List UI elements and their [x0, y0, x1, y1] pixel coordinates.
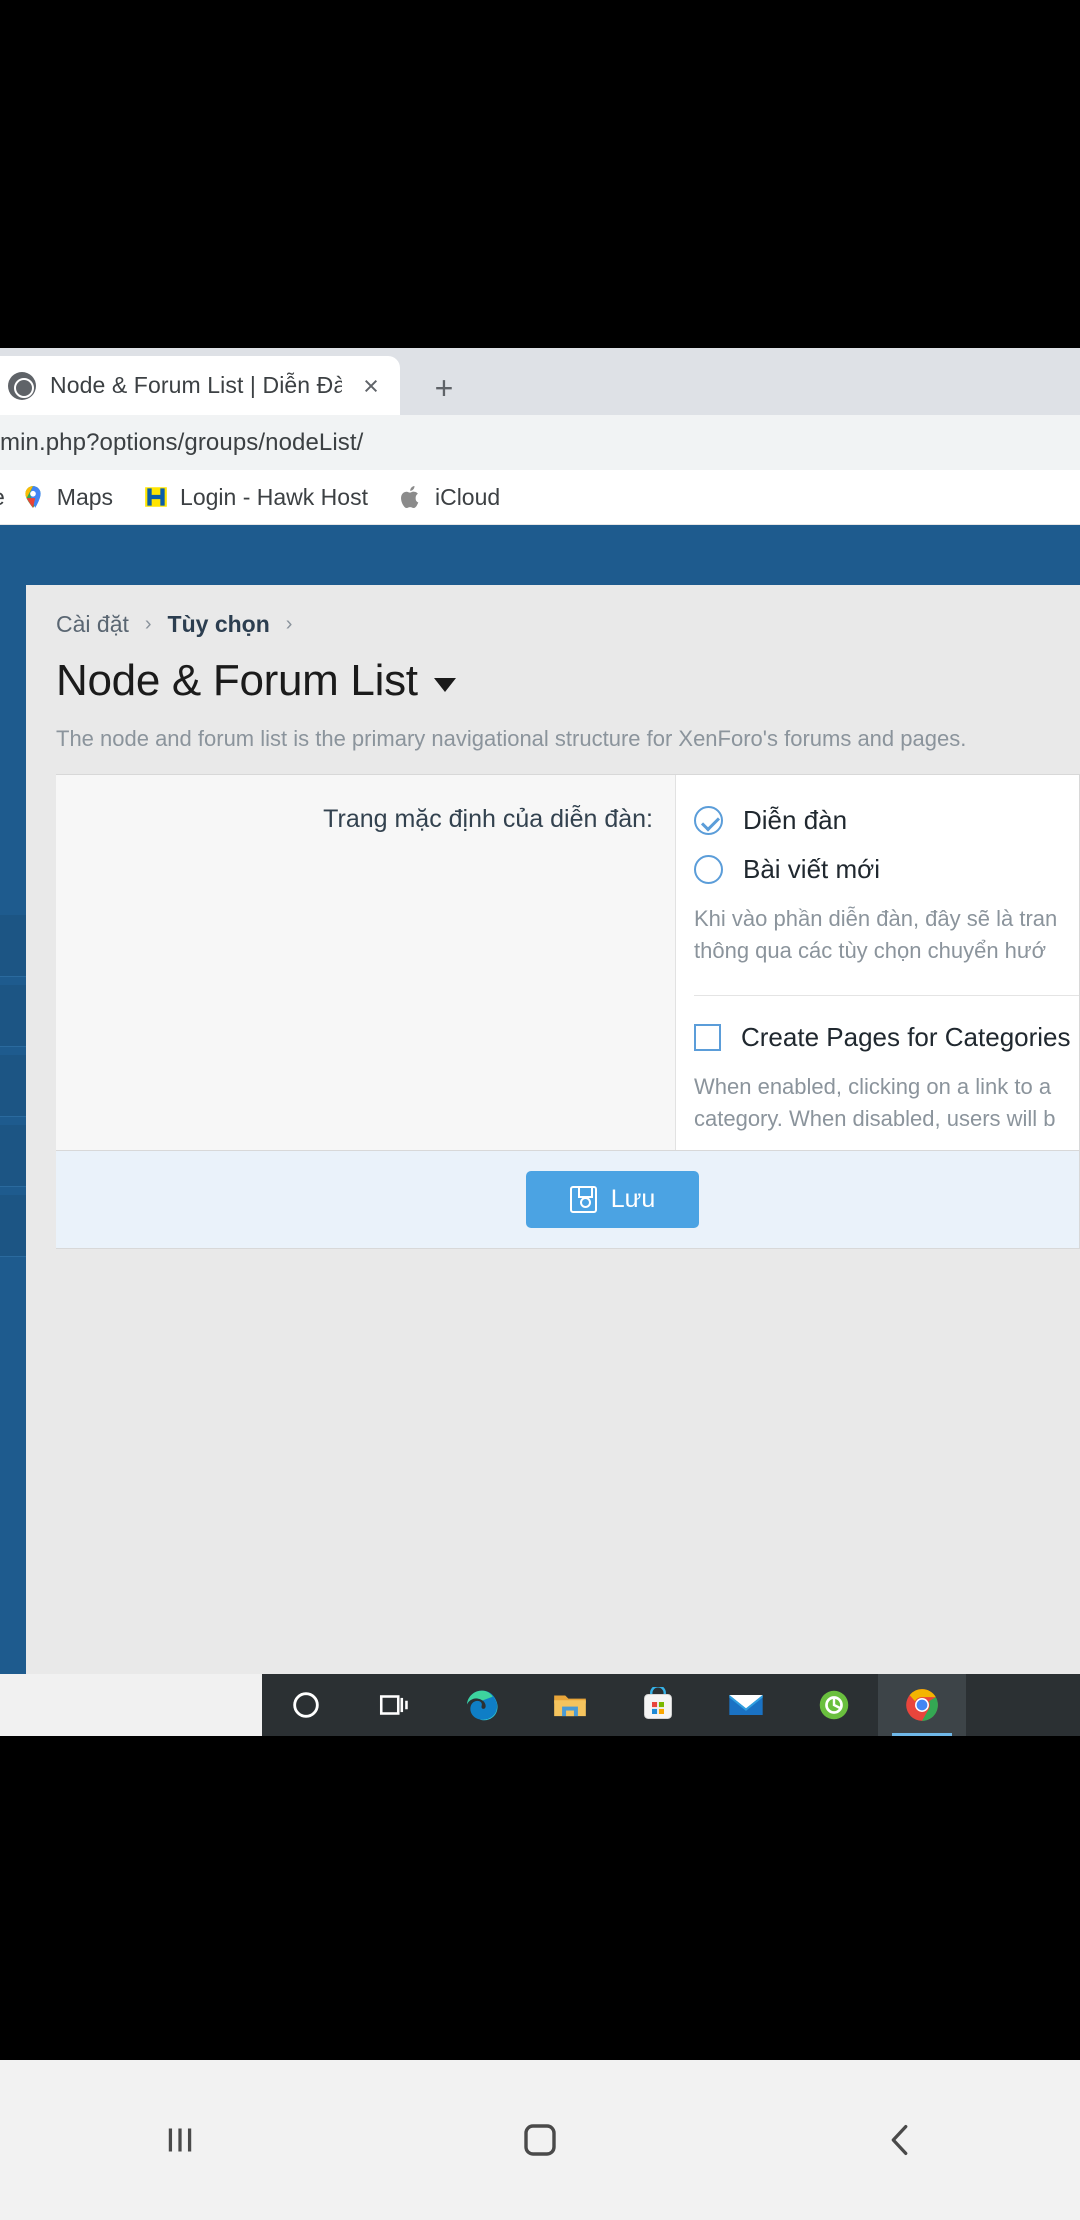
- back-button[interactable]: [810, 2060, 990, 2220]
- windows-taskbar: [0, 1674, 1080, 1736]
- breadcrumb: Cài đặt › Tùy chọn ›: [42, 611, 1080, 638]
- android-navigation-bar: [0, 2060, 1080, 2220]
- form-label-cell: Trang mặc định của diễn đàn:: [56, 775, 676, 1150]
- submit-row: Lưu: [56, 1151, 1080, 1249]
- letterbox-bottom: [0, 1736, 1080, 2060]
- home-square-icon[interactable]: [450, 2060, 630, 2220]
- xenforo-content: Cài đặt › Tùy chọn › Node & Forum List T…: [26, 585, 1080, 1736]
- save-button[interactable]: Lưu: [525, 1171, 700, 1228]
- hawkhost-h-icon: [143, 484, 169, 510]
- sidebar-item[interactable]: [0, 985, 26, 1047]
- phone-screen: Node & Forum List | Diễn Đàn Hà × + min.…: [0, 0, 1080, 2220]
- radio-option-forum[interactable]: Diễn đàn: [694, 805, 1079, 836]
- checkbox-hint: When enabled, clicking on a link to a ca…: [694, 1071, 1079, 1135]
- checkbox-label: Create Pages for Categories: [741, 1021, 1071, 1052]
- microsoft-store-icon[interactable]: [614, 1674, 702, 1736]
- bookmark-item-icloud[interactable]: iCloud: [383, 484, 515, 511]
- radio-hint-line-2: thông qua các tùy chọn chuyển hướ: [694, 937, 1047, 963]
- radio-option-new-posts[interactable]: Bài viết mới: [694, 854, 1079, 885]
- close-icon[interactable]: ×: [356, 371, 386, 401]
- page-description: The node and forum list is the primary n…: [56, 726, 967, 751]
- floppy-disk-icon: [569, 1186, 597, 1213]
- breadcrumb-item-options[interactable]: Tùy chọn: [168, 611, 270, 638]
- chevron-right-icon: ›: [144, 613, 152, 635]
- page-title-text: Node & Forum List: [56, 656, 418, 705]
- radio-unchecked-icon[interactable]: [694, 855, 723, 884]
- sidebar-item[interactable]: [0, 915, 26, 977]
- checkbox-create-pages-for-categories[interactable]: Create Pages for Categories: [694, 1022, 1079, 1053]
- checkbox-unchecked-icon[interactable]: [694, 1023, 721, 1051]
- microsoft-edge-icon[interactable]: [438, 1674, 526, 1736]
- task-view-icon[interactable]: [350, 1674, 438, 1736]
- xenforo-sidebar: [0, 585, 26, 1736]
- radio-label: Bài viết mới: [743, 854, 880, 884]
- address-bar-value: min.php?options/groups/nodeList/: [0, 428, 364, 456]
- address-bar[interactable]: min.php?options/groups/nodeList/: [0, 415, 1080, 470]
- chrome-icon[interactable]: [878, 1674, 966, 1736]
- cortana-icon[interactable]: [262, 1674, 350, 1736]
- xenforo-admin-body: Cài đặt › Tùy chọn › Node & Forum List T…: [0, 585, 1080, 1736]
- windows-desktop-mirror: Node & Forum List | Diễn Đàn Hà × + min.…: [0, 348, 1080, 1736]
- radio-hint: Khi vào phần diễn đàn, đây sẽ là tran th…: [694, 903, 1079, 967]
- radio-label: Diễn đàn: [743, 805, 848, 835]
- new-tab-button[interactable]: +: [420, 366, 468, 410]
- google-maps-icon: [20, 484, 46, 510]
- mail-icon[interactable]: [702, 1674, 790, 1736]
- recents-button[interactable]: [90, 2060, 270, 2220]
- xenforo-header-band: [0, 525, 1080, 585]
- green-app-icon[interactable]: [790, 1674, 878, 1736]
- checkbox-hint-line-2: category. When disabled, users will b: [694, 1105, 1056, 1131]
- breadcrumb-item-settings[interactable]: Cài đặt: [56, 611, 129, 638]
- bookmark-label: iCloud: [434, 483, 501, 510]
- form-divider: [694, 994, 1079, 996]
- browser-tab[interactable]: Node & Forum List | Diễn Đàn Hà ×: [0, 356, 400, 415]
- taskbar-left-panel: [0, 1674, 262, 1736]
- chevron-down-icon[interactable]: [433, 678, 456, 692]
- bookmarks-bar: e Maps: [0, 470, 1080, 525]
- file-explorer-icon[interactable]: [526, 1674, 614, 1736]
- bookmark-item-hawkhost[interactable]: Login - Hawk Host: [128, 484, 383, 511]
- browser-tab-title: Node & Forum List | Diễn Đàn Hà: [50, 372, 342, 398]
- bookmark-label: Login - Hawk Host: [180, 483, 368, 510]
- checkbox-hint-line-1: When enabled, clicking on a link to a: [694, 1073, 1052, 1099]
- bookmark-label: Maps: [56, 483, 114, 510]
- radio-hint-line-1: Khi vào phần diễn đàn, đây sẽ là tran: [694, 906, 1058, 931]
- page-title[interactable]: Node & Forum List: [42, 656, 1080, 706]
- form-field-cell: Diễn đàn Bài viết mới Khi vào phần diễn …: [676, 775, 1079, 1150]
- taskbar-icons: [262, 1674, 966, 1736]
- sidebar-item[interactable]: [0, 1125, 26, 1187]
- save-button-label: Lưu: [610, 1185, 656, 1213]
- sidebar-item[interactable]: [0, 1055, 26, 1117]
- form-row: Trang mặc định của diễn đàn: Diễn đàn Bà…: [56, 775, 1079, 1150]
- bookmark-item-maps[interactable]: Maps: [5, 484, 128, 511]
- apple-icon: [398, 484, 424, 510]
- browser-tab-strip: Node & Forum List | Diễn Đàn Hà × +: [0, 348, 1080, 415]
- options-form-block: Trang mặc định của diễn đàn: Diễn đàn Bà…: [56, 774, 1080, 1151]
- form-label: Trang mặc định của diễn đàn:: [323, 805, 653, 833]
- radio-checked-icon[interactable]: [694, 806, 723, 835]
- chevron-right-icon: ›: [285, 613, 293, 635]
- globe-icon: [8, 371, 36, 400]
- letterbox-top: [0, 0, 1080, 348]
- sidebar-item[interactable]: [0, 1195, 26, 1257]
